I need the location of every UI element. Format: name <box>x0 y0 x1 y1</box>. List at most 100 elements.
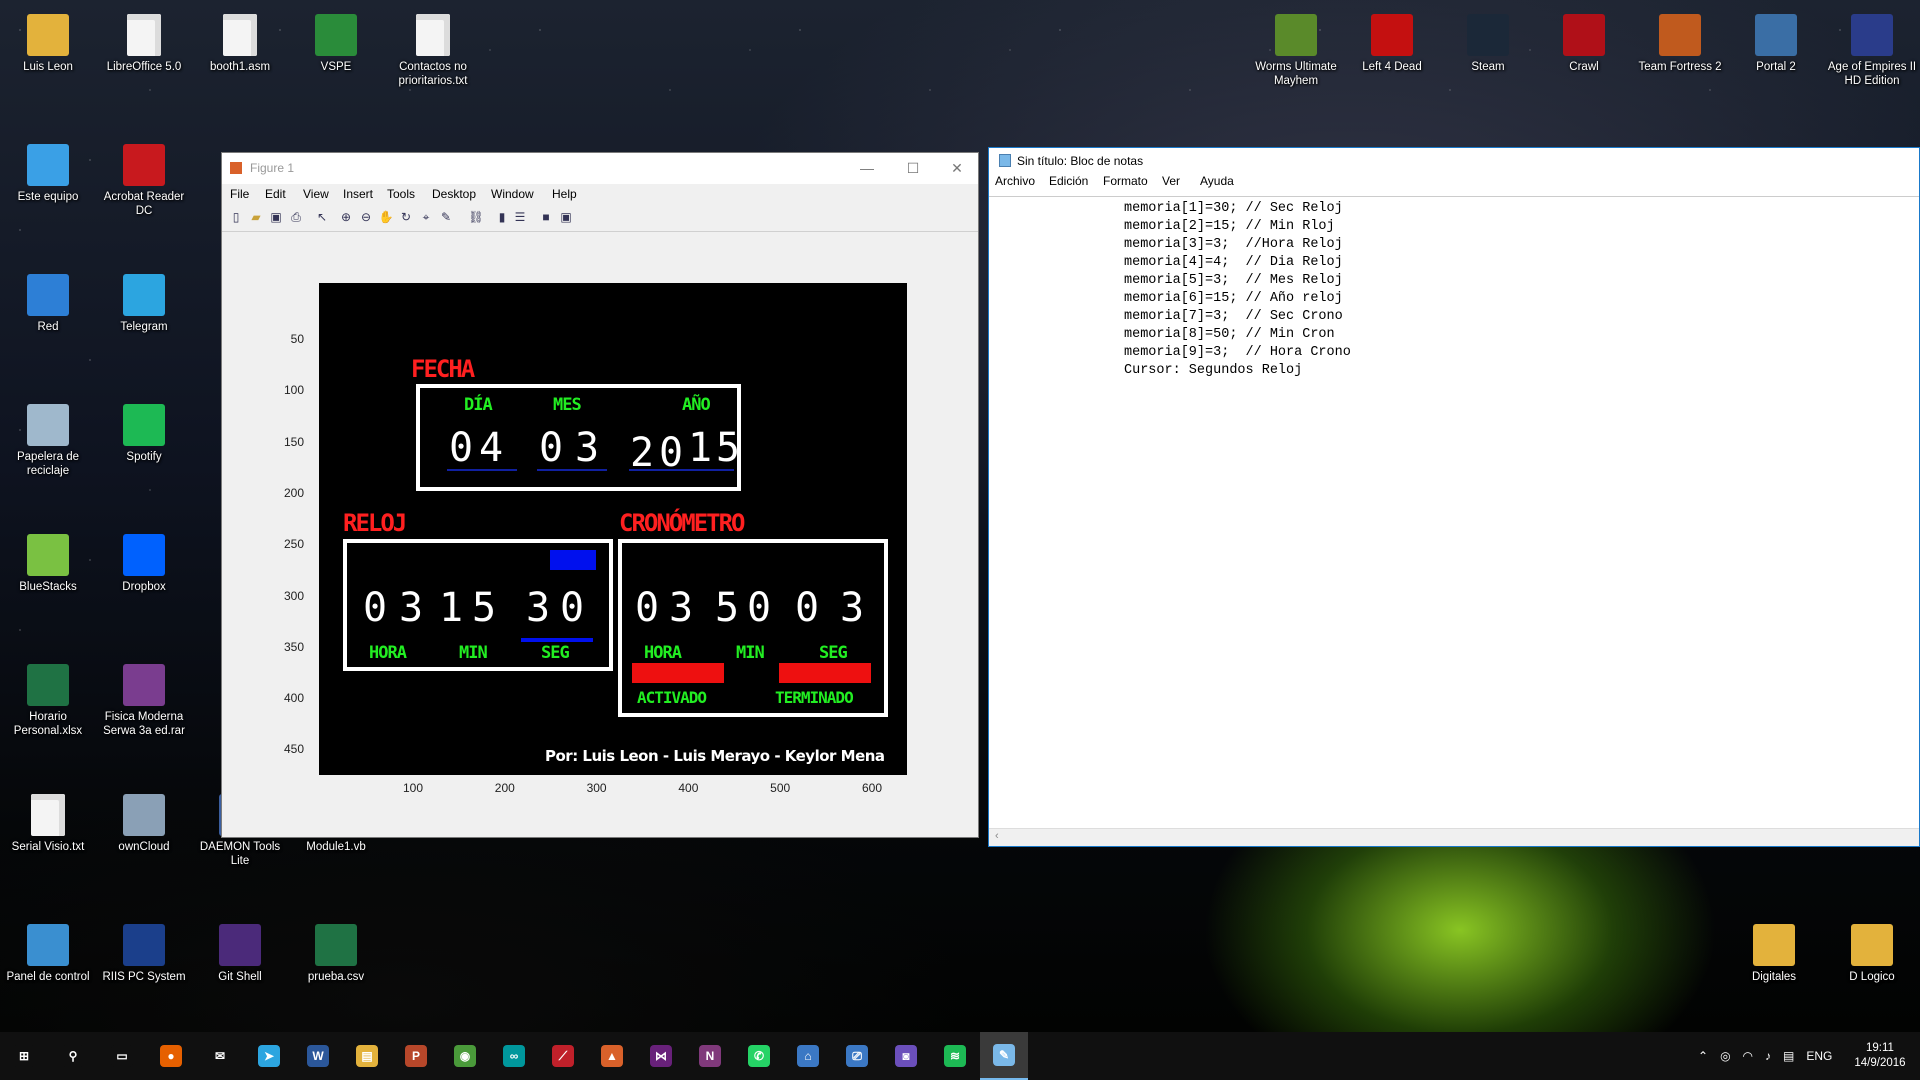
zoom-out-icon[interactable]: ⊖ <box>358 209 374 225</box>
desktop-icon-user-folder[interactable]: Luis Leon <box>2 8 94 74</box>
taskbar-mail[interactable]: ✉ <box>196 1032 244 1080</box>
taskbar-notepad[interactable]: ✎ <box>980 1032 1028 1080</box>
data-cursor-icon[interactable]: ⌖ <box>418 209 434 225</box>
desktop-icon-winrar[interactable]: Fisica Moderna Serwa 3a ed.rar <box>98 658 190 738</box>
desktop-icon-left4dead[interactable]: Left 4 Dead <box>1346 8 1438 74</box>
action-center-icon[interactable]: ▤ <box>1783 1049 1794 1063</box>
taskbar-whatsapp[interactable]: ✆ <box>735 1032 783 1080</box>
taskbar-presenter[interactable]: P <box>392 1032 440 1080</box>
notepad-window[interactable]: Sin título: Bloc de notas Archivo Edición… <box>988 147 1920 847</box>
desktop-icon-libreoffice[interactable]: LibreOffice 5.0 <box>98 8 190 74</box>
close-button[interactable]: ✕ <box>934 153 980 184</box>
x-tick-label: 600 <box>861 781 883 795</box>
desktop-icon-file[interactable]: booth1.asm <box>194 8 286 74</box>
notepad-menu-ayuda[interactable]: Ayuda <box>1200 174 1234 188</box>
show-plot-tools-icon[interactable]: ▣ <box>558 209 574 225</box>
desktop-icon-folder[interactable]: D Logico <box>1826 918 1918 984</box>
colorbar-icon[interactable]: ▮ <box>494 209 510 225</box>
taskbar-remote-desktop[interactable]: ⌂ <box>784 1032 832 1080</box>
desktop-icon-excel[interactable]: Horario Personal.xlsx <box>2 658 94 738</box>
scroll-left-arrow-icon[interactable]: ‹ <box>995 830 999 842</box>
network-tray-icon[interactable]: ◎ <box>1720 1049 1730 1063</box>
desktop-icon-owncloud[interactable]: ownCloud <box>98 788 190 854</box>
taskbar-discord[interactable]: ◙ <box>882 1032 930 1080</box>
desktop-icon-control-panel[interactable]: Panel de control <box>2 918 94 984</box>
desktop-icon-dropbox[interactable]: Dropbox <box>98 528 190 594</box>
menu-desktop[interactable]: Desktop <box>432 187 476 201</box>
rotate-3d-icon[interactable]: ↻ <box>398 209 414 225</box>
zoom-in-icon[interactable]: ⊕ <box>338 209 354 225</box>
taskbar-onenote[interactable]: N <box>686 1032 734 1080</box>
desktop-icon-computer[interactable]: Este equipo <box>2 138 94 204</box>
taskbar-task-view[interactable]: ▭ <box>98 1032 146 1080</box>
brush-icon[interactable]: ✎ <box>438 209 454 225</box>
matlab-figure-window[interactable]: Figure 1 — ☐ ✕ File Edit View Insert Tools De… <box>221 152 979 838</box>
desktop-icon-git-shell[interactable]: Git Shell <box>194 918 286 984</box>
desktop-icon-worms[interactable]: Worms Ultimate Mayhem <box>1250 8 1342 88</box>
taskbar-matlab[interactable]: ▲ <box>588 1032 636 1080</box>
clock[interactable]: 19:11 14/9/2016 <box>1854 1041 1905 1071</box>
maximize-button[interactable]: ☐ <box>890 153 936 184</box>
notepad-menu-edición[interactable]: Edición <box>1049 174 1088 188</box>
menu-insert[interactable]: Insert <box>343 187 373 201</box>
edit-plot-icon[interactable]: ↖ <box>314 209 330 225</box>
taskbar-word[interactable]: W <box>294 1032 342 1080</box>
taskbar-visual-studio[interactable]: ⋈ <box>637 1032 685 1080</box>
menu-file[interactable]: File <box>230 187 249 201</box>
desktop-icon-recycle-bin[interactable]: Papelera de reciclaje <box>2 398 94 478</box>
language-indicator[interactable]: ENG <box>1806 1049 1832 1063</box>
crono-digit-4: 0 <box>747 585 772 631</box>
desktop-icon-network[interactable]: Red <box>2 268 94 334</box>
print-icon[interactable]: ⎙ <box>288 209 304 225</box>
notepad-titlebar[interactable]: Sin título: Bloc de notas <box>989 148 1919 172</box>
notepad-menu-archivo[interactable]: Archivo <box>995 174 1035 188</box>
taskbar-chrome[interactable]: ◉ <box>441 1032 489 1080</box>
show-hidden-icons-icon[interactable]: ⌃ <box>1698 1049 1708 1063</box>
plot-image-area[interactable]: FECHA DÍA MES AÑO 0 4 0 3 2 0 1 5 RELOJ … <box>319 283 907 775</box>
desktop-icon-steam[interactable]: Steam <box>1442 8 1534 74</box>
desktop-icon-aoe2[interactable]: Age of Empires II HD Edition <box>1826 8 1918 88</box>
desktop-icon-portal2[interactable]: Portal 2 <box>1730 8 1822 74</box>
taskbar-logisim[interactable]: ⟋ <box>539 1032 587 1080</box>
taskbar-firefox[interactable]: ● <box>147 1032 195 1080</box>
menu-view[interactable]: View <box>303 187 329 201</box>
link-plot-icon[interactable]: ⛓ <box>468 209 484 225</box>
desktop-icon-telegram[interactable]: Telegram <box>98 268 190 334</box>
desktop-icon-text-file[interactable]: Contactos no prioritarios.txt <box>387 8 479 88</box>
desktop-icon-bluestacks[interactable]: BlueStacks <box>2 528 94 594</box>
volume-icon[interactable]: ♪ <box>1765 1049 1771 1063</box>
wifi-icon[interactable]: ◠ <box>1743 1049 1753 1063</box>
new-figure-icon[interactable]: ▯ <box>228 209 244 225</box>
notepad-menu-ver[interactable]: Ver <box>1162 174 1180 188</box>
desktop-icon-accessibility[interactable]: RIIS PC System <box>98 918 190 984</box>
legend-icon[interactable]: ☰ <box>512 209 528 225</box>
notepad-menu-formato[interactable]: Formato <box>1103 174 1148 188</box>
horizontal-scrollbar[interactable]: ‹ <box>989 828 1919 846</box>
hide-plot-tools-icon[interactable]: ■ <box>538 209 554 225</box>
taskbar-arduino[interactable]: ∞ <box>490 1032 538 1080</box>
menu-tools[interactable]: Tools <box>387 187 415 201</box>
taskbar-file-explorer[interactable]: ▤ <box>343 1032 391 1080</box>
minimize-button[interactable]: — <box>844 153 890 184</box>
desktop-icon-excel-csv[interactable]: prueba.csv <box>290 918 382 984</box>
desktop-icon-vspe[interactable]: VSPE <box>290 8 382 74</box>
desktop-icon-acrobat[interactable]: Acrobat Reader DC <box>98 138 190 218</box>
taskbar-start-button[interactable]: ⊞ <box>0 1032 48 1080</box>
pan-icon[interactable]: ✋ <box>378 209 394 225</box>
menu-help[interactable]: Help <box>552 187 577 201</box>
notepad-text-area[interactable]: memoria[1]=30; // Sec Reloj memoria[2]=15… <box>1124 200 1351 380</box>
menu-edit[interactable]: Edit <box>265 187 286 201</box>
desktop-icon-spotify[interactable]: Spotify <box>98 398 190 464</box>
save-icon[interactable]: ▣ <box>268 209 284 225</box>
taskbar-search[interactable]: ⚲ <box>49 1032 97 1080</box>
menu-window[interactable]: Window <box>491 187 534 201</box>
figure-titlebar[interactable]: Figure 1 — ☐ ✕ <box>222 153 978 184</box>
desktop-icon-text-file[interactable]: Serial Visio.txt <box>2 788 94 854</box>
open-file-icon[interactable]: ▰ <box>248 209 264 225</box>
taskbar-telegram[interactable]: ➤ <box>245 1032 293 1080</box>
taskbar-spotify[interactable]: ≋ <box>931 1032 979 1080</box>
desktop-icon-crawl[interactable]: Crawl <box>1538 8 1630 74</box>
desktop-icon-tf2[interactable]: Team Fortress 2 <box>1634 8 1726 74</box>
desktop-icon-folder[interactable]: Digitales <box>1728 918 1820 984</box>
taskbar-network-tool[interactable]: ⎚ <box>833 1032 881 1080</box>
